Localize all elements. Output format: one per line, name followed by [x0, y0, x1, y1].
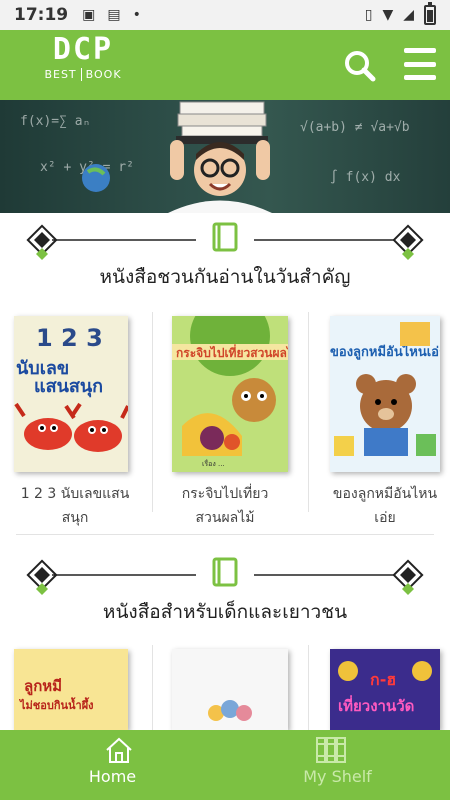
book-title: ของลูกหมีอันไหน เอ่ย: [332, 486, 438, 526]
nav-my-shelf[interactable]: My Shelf: [225, 730, 450, 800]
image-notification-icon: ▣: [82, 7, 96, 23]
cover-text: ก-ฮ: [370, 670, 396, 689]
book-card[interactable]: ลูกหมี ไม่ชอบกินน้ำผึ้ง: [0, 645, 150, 730]
section-2-title: หนังสือสำหรับเด็กและเยาวชน: [102, 601, 348, 623]
divider: [308, 645, 309, 730]
divider: [308, 312, 309, 512]
svg-text:1 2 3: 1 2 3: [36, 324, 103, 352]
logo-subtitle: BEST BOOK: [38, 68, 128, 81]
book-cover: 1 2 3 นับเลข แสนสนุก: [14, 316, 128, 472]
svg-text:เรื่อง ...: เรื่อง ...: [202, 459, 225, 468]
home-icon: [106, 737, 132, 763]
status-bar: 17:19 ▣ ▤ • ▯ ▼ ◢: [0, 0, 450, 30]
book-cover: กระจิบไปเที่ยวสวนผลไม้ เรื่อง ...: [172, 316, 288, 472]
battery-icon: [424, 2, 436, 25]
nav-my-shelf-label: My Shelf: [303, 767, 372, 786]
bookshelf-icon: [316, 737, 346, 763]
svg-text:ไม่ชอบกินน้ำผึ้ง: ไม่ชอบกินน้ำผึ้ง: [18, 697, 94, 712]
book-icon: [212, 557, 238, 587]
section-separator: [16, 534, 434, 535]
cover-text: ลูกหมี: [24, 677, 62, 696]
book-cover: [172, 649, 288, 730]
book-card[interactable]: กระจิบไปเที่ยวสวนผลไม้ เรื่อง ... กระจิบ…: [150, 312, 300, 526]
svg-text:แสนสนุก: แสนสนุก: [34, 376, 103, 398]
book-card[interactable]: ของลูกหมีอันไหนเอ่ย ของลูกหมีอันไหน เอ่ย: [310, 312, 450, 526]
app-bar: DCP BEST BOOK: [0, 30, 450, 100]
book-cover: ของลูกหมีอันไหนเอ่ย: [330, 316, 440, 472]
wifi-icon: ▼: [382, 7, 394, 23]
section-1-title: หนังสือชวนกันอ่านในวันสำคัญ: [99, 266, 351, 288]
dot-notification-icon: •: [132, 7, 141, 23]
book-card[interactable]: 1 2 3 นับเลข แสนสนุก 1 2 3 นับเลขแสน สนุ…: [0, 312, 150, 526]
nav-home[interactable]: Home: [0, 730, 225, 800]
logo-mark: DCP: [52, 32, 114, 67]
nav-home-label: Home: [88, 767, 137, 786]
vibrate-icon: ▯: [364, 7, 373, 23]
svg-text:เที่ยวงานวัด: เที่ยวงานวัด: [338, 695, 414, 715]
book-cover: ลูกหมี ไม่ชอบกินน้ำผึ้ง: [14, 649, 128, 730]
app-logo[interactable]: DCP BEST BOOK: [38, 32, 128, 98]
book-title: 1 2 3 นับเลขแสน สนุก: [20, 486, 130, 526]
cover-text: กระจิบไปเที่ยวสวนผลไม้: [176, 344, 288, 360]
logo-book: BOOK: [85, 68, 122, 81]
book-icon: [212, 222, 238, 252]
bottom-navigation: Home My Shelf: [0, 730, 450, 800]
status-time: 17:19: [14, 5, 69, 25]
banner-child-illustration: [82, 101, 272, 213]
book-card[interactable]: ก-ฮ เที่ยวงานวัด: [310, 645, 450, 730]
news-notification-icon: ▤: [107, 7, 121, 23]
book-title: กระจิบไปเที่ยว สวนผลไม้: [181, 486, 269, 526]
book-cover: ก-ฮ เที่ยวงานวัด: [330, 649, 440, 730]
book-card[interactable]: [150, 645, 300, 730]
logo-best: BEST: [44, 68, 77, 81]
signal-icon: ◢: [403, 7, 414, 23]
promo-banner[interactable]: f(x)=∑ aₙ x² + y² = r² √(a+b) ≠ √a+√b ∫ …: [0, 100, 450, 213]
hamburger-menu-icon[interactable]: [404, 48, 436, 80]
search-icon[interactable]: [344, 50, 376, 82]
